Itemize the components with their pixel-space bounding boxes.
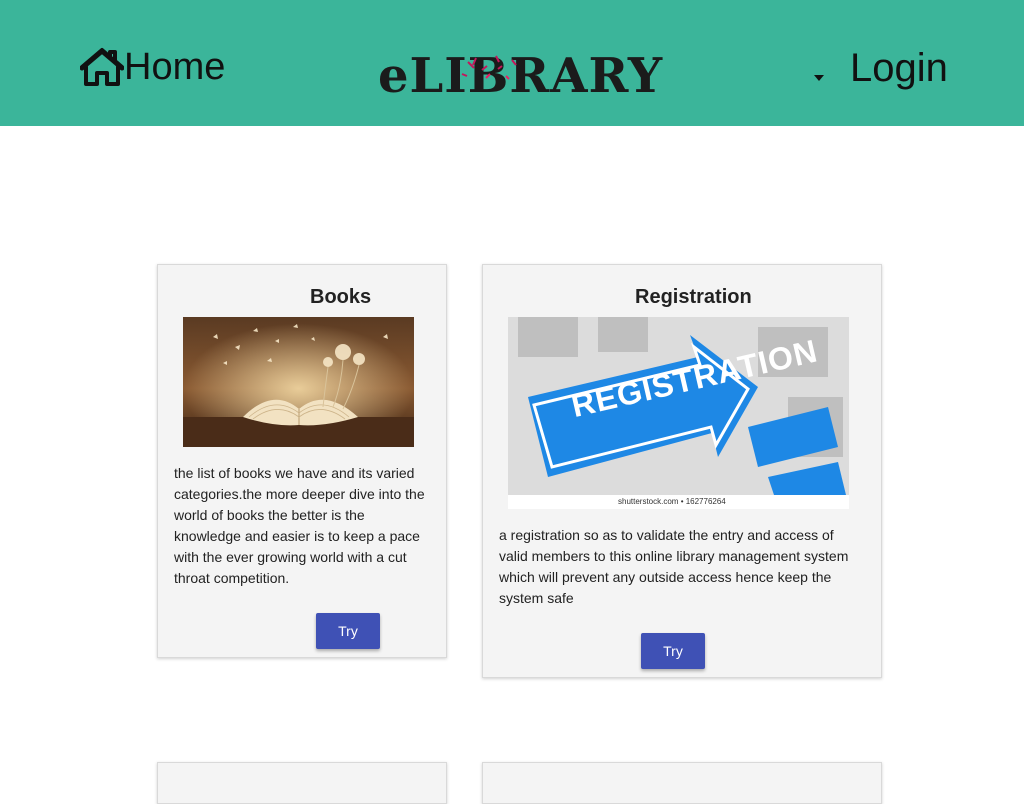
registration-image: REGISTRATION shutterstock.com • 16277626… <box>508 317 849 509</box>
next-card-right <box>482 762 882 804</box>
login-link[interactable]: Login <box>850 44 948 92</box>
card-description: a registration so as to validate the ent… <box>499 527 849 606</box>
card-title: Registration <box>635 286 752 308</box>
next-card-left <box>157 762 447 804</box>
books-card: Books the list of books we have and its … <box>157 264 447 658</box>
try-button-books[interactable]: Try <box>316 613 380 649</box>
home-label: Home <box>124 46 226 88</box>
card-title: Books <box>310 286 372 308</box>
caret-down-icon[interactable] <box>814 75 824 81</box>
card-description: the list of books we have and its varied… <box>174 465 425 586</box>
try-button-registration[interactable]: Try <box>641 633 705 669</box>
logo-decoration <box>461 55 517 80</box>
home-link[interactable]: Home <box>80 44 225 90</box>
top-navbar: Home eLIBRARY Login <box>0 0 1024 126</box>
elibrary-logo[interactable]: eLIBRARY <box>378 48 662 104</box>
books-image <box>183 317 414 447</box>
image-caption: shutterstock.com • 162776264 <box>618 497 726 506</box>
registration-card: Registration REGISTRATION shutterstock.c… <box>482 264 882 678</box>
home-icon <box>80 48 124 86</box>
